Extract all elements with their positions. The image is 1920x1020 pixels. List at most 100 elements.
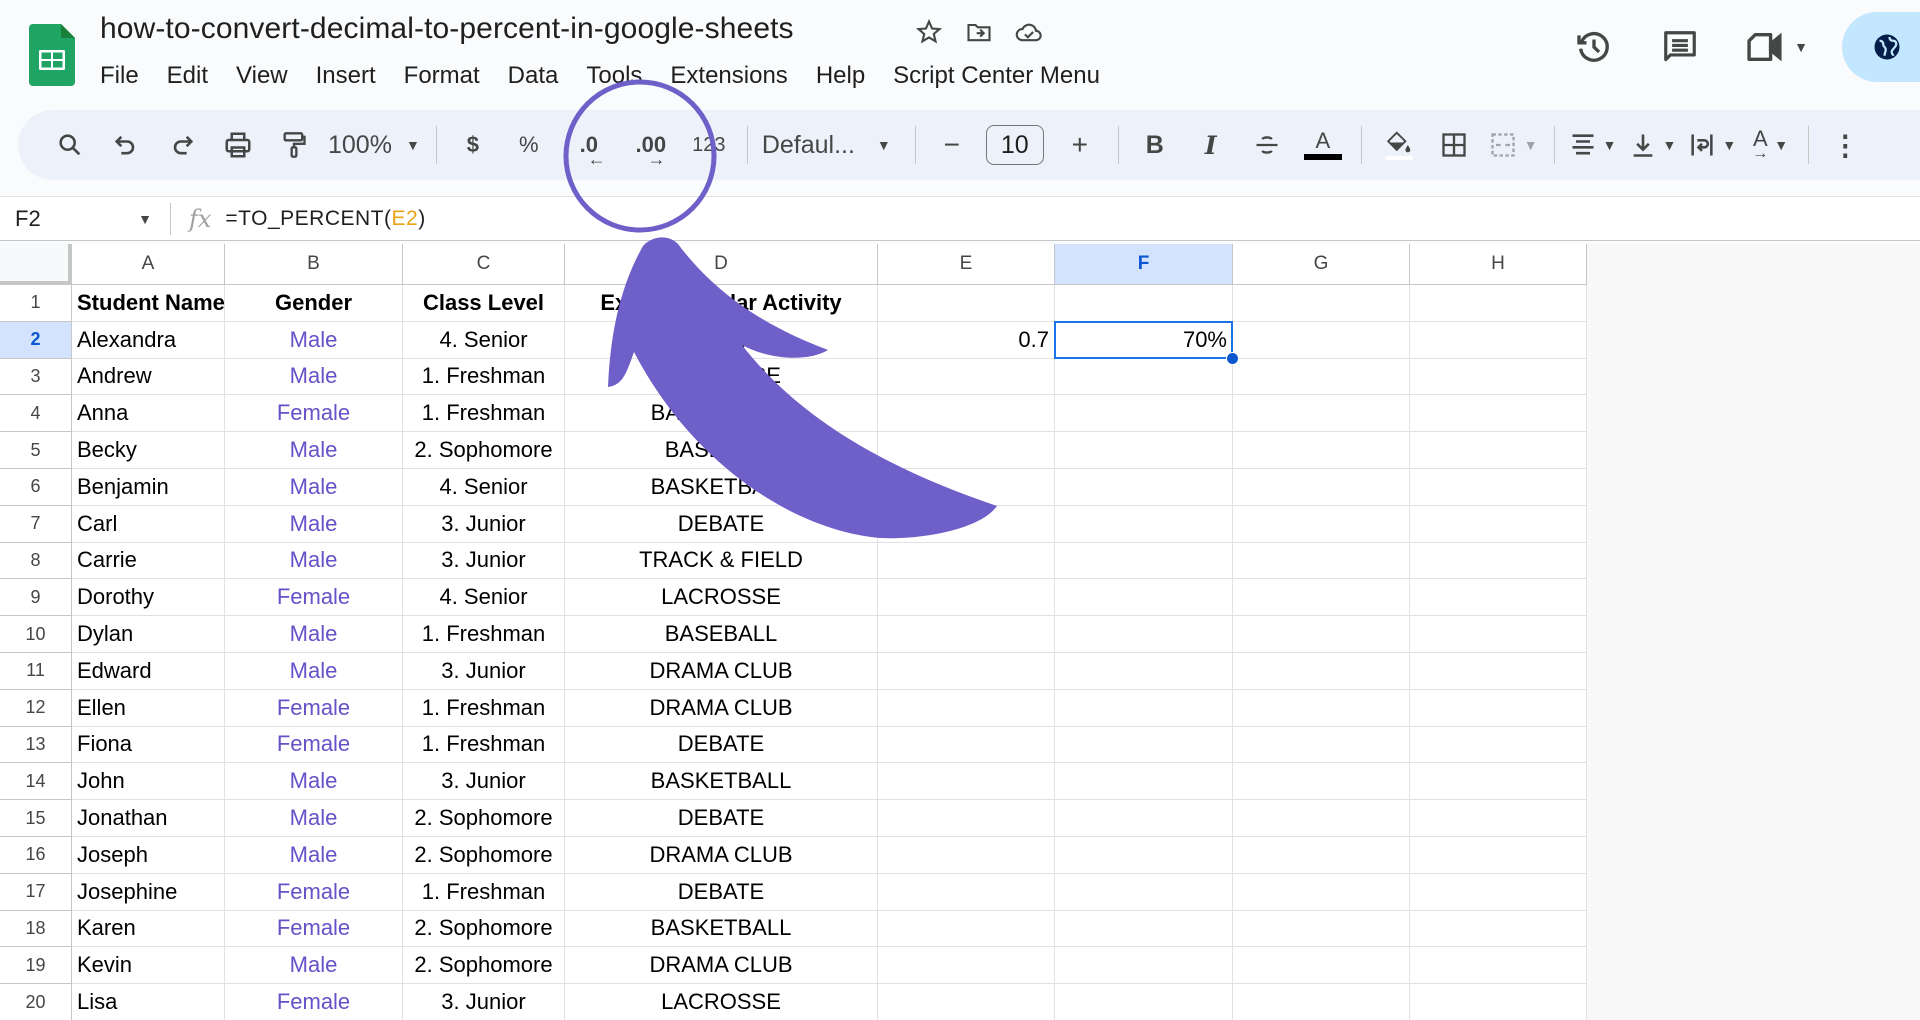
cell-f9[interactable] (1055, 579, 1233, 617)
cell-d2[interactable]: DRAMA (565, 321, 878, 359)
cell-h2[interactable] (1410, 321, 1587, 359)
cell-c10[interactable]: 1. Freshman (403, 616, 565, 653)
menu-tools[interactable]: Tools (572, 60, 656, 92)
cell-g4[interactable] (1233, 395, 1410, 433)
row-header-17[interactable]: 17 (0, 873, 72, 911)
header-cell-d[interactable]: Extracurricular Activity (565, 285, 878, 322)
cell-d9[interactable]: LACROSSE (565, 579, 878, 617)
cell-f2[interactable]: 70% (1055, 321, 1233, 359)
cell-h4[interactable] (1410, 395, 1587, 433)
cell-h13[interactable] (1410, 726, 1587, 764)
cell-b2[interactable]: Male (225, 321, 403, 359)
cell-h17[interactable] (1410, 873, 1587, 911)
cell-e8[interactable] (878, 542, 1055, 580)
cell-g20[interactable] (1233, 984, 1410, 1020)
fill-handle[interactable] (1226, 351, 1239, 365)
column-header-d[interactable]: D (565, 244, 878, 285)
row-header-15[interactable]: 15 (0, 800, 72, 837)
more-options-icon[interactable]: ⋮ (1823, 123, 1867, 167)
cell-e9[interactable] (878, 579, 1055, 617)
column-header-g[interactable]: G (1233, 244, 1410, 285)
row-header-13[interactable]: 13 (0, 726, 72, 764)
cell-b18[interactable]: Female (225, 910, 403, 948)
cell-b19[interactable]: Male (225, 947, 403, 985)
cell-b5[interactable]: Male (225, 432, 403, 469)
cell-g13[interactable] (1233, 726, 1410, 764)
cell-f5[interactable] (1055, 432, 1233, 469)
cell-d3[interactable]: LACROSSE (565, 358, 878, 396)
menu-format[interactable]: Format (390, 60, 494, 92)
cell-d7[interactable]: DEBATE (565, 505, 878, 543)
cell-f11[interactable] (1055, 653, 1233, 690)
search-menus-icon[interactable] (48, 123, 92, 167)
cell-f16[interactable] (1055, 837, 1233, 874)
row-header-5[interactable]: 5 (0, 432, 72, 469)
cell-g2[interactable] (1233, 321, 1410, 359)
cell-e11[interactable] (878, 653, 1055, 690)
row-header-16[interactable]: 16 (0, 837, 72, 874)
cell-c6[interactable]: 4. Senior (403, 469, 565, 506)
cell-c18[interactable]: 2. Sophomore (403, 910, 565, 948)
spreadsheet-grid[interactable]: A B C D E F G H 1 Student Name Gender Class Level Ex… (0, 244, 1920, 1020)
menu-file[interactable]: File (100, 60, 153, 92)
font-family-select[interactable]: Defaul... ▼ (762, 123, 891, 167)
column-header-e[interactable]: E (878, 244, 1055, 285)
row-header-19[interactable]: 19 (0, 947, 72, 985)
cell-h7[interactable] (1410, 505, 1587, 543)
cell-a12[interactable]: Ellen (72, 689, 225, 727)
cell-b13[interactable]: Female (225, 726, 403, 764)
column-header-f[interactable]: F (1055, 244, 1233, 285)
cell-a18[interactable]: Karen (72, 910, 225, 948)
cell-g16[interactable] (1233, 837, 1410, 874)
cell-c7[interactable]: 3. Junior (403, 505, 565, 543)
cell-b14[interactable]: Male (225, 763, 403, 801)
cell-b3[interactable]: Male (225, 358, 403, 396)
cell-d14[interactable]: BASKETBALL (565, 763, 878, 801)
cell-a13[interactable]: Fiona (72, 726, 225, 764)
cell-c4[interactable]: 1. Freshman (403, 395, 565, 433)
bold-button[interactable]: B (1133, 123, 1177, 167)
cell-f15[interactable] (1055, 800, 1233, 837)
cell-a2[interactable]: Alexandra (72, 321, 225, 359)
cell-b20[interactable]: Female (225, 984, 403, 1020)
strikethrough-button[interactable] (1245, 123, 1289, 167)
document-title[interactable]: how-to-convert-decimal-to-percent-in-goo… (100, 12, 794, 46)
cell-f14[interactable] (1055, 763, 1233, 801)
cell-b16[interactable]: Male (225, 837, 403, 874)
cell-h9[interactable] (1410, 579, 1587, 617)
share-button[interactable] (1842, 12, 1920, 82)
cell-h18[interactable] (1410, 910, 1587, 948)
cell-f4[interactable] (1055, 395, 1233, 433)
star-icon[interactable] (913, 16, 945, 48)
merge-cells-button[interactable]: ▼ (1488, 123, 1538, 167)
cell-c2[interactable]: 4. Senior (403, 321, 565, 359)
cell-d4[interactable]: BASKETBALL (565, 395, 878, 433)
cell-h3[interactable] (1410, 358, 1587, 396)
redo-icon[interactable] (160, 123, 204, 167)
cell-d11[interactable]: DRAMA CLUB (565, 653, 878, 690)
cell-g9[interactable] (1233, 579, 1410, 617)
cell-b8[interactable]: Male (225, 542, 403, 580)
row-header-2[interactable]: 2 (0, 321, 72, 359)
column-header-h[interactable]: H (1410, 244, 1587, 285)
horizontal-align-button[interactable]: ▼ (1569, 123, 1617, 167)
cell-e17[interactable] (878, 873, 1055, 911)
row-header-10[interactable]: 10 (0, 616, 72, 653)
cell-b10[interactable]: Male (225, 616, 403, 653)
cell-h6[interactable] (1410, 469, 1587, 506)
header-cell-g[interactable] (1233, 285, 1410, 322)
cell-f3[interactable] (1055, 358, 1233, 396)
cell-e19[interactable] (878, 947, 1055, 985)
cell-f13[interactable] (1055, 726, 1233, 764)
cell-e5[interactable] (878, 432, 1055, 469)
cell-h10[interactable] (1410, 616, 1587, 653)
menu-data[interactable]: Data (494, 60, 573, 92)
cell-a9[interactable]: Dorothy (72, 579, 225, 617)
cell-f10[interactable] (1055, 616, 1233, 653)
cell-h11[interactable] (1410, 653, 1587, 690)
cell-b15[interactable]: Male (225, 800, 403, 837)
cell-c11[interactable]: 3. Junior (403, 653, 565, 690)
cell-f17[interactable] (1055, 873, 1233, 911)
cell-e7[interactable] (878, 505, 1055, 543)
cell-f8[interactable] (1055, 542, 1233, 580)
